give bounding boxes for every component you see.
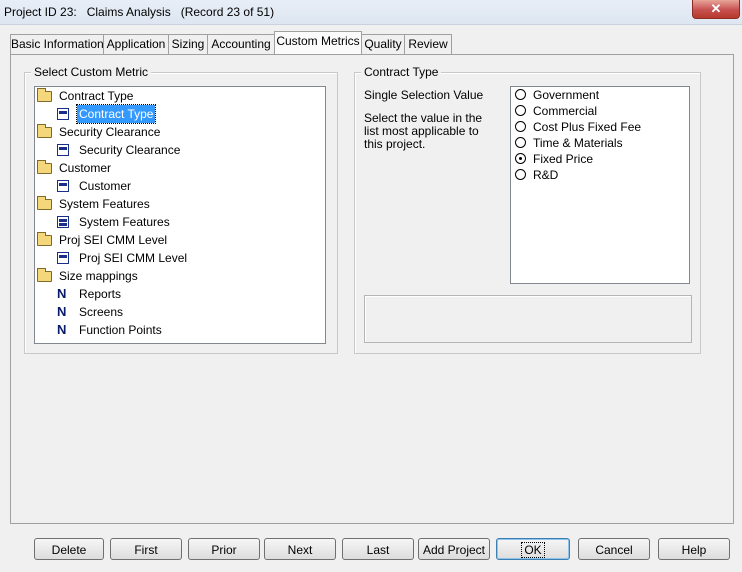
tab-custom-metrics[interactable]: Custom Metrics <box>274 31 362 54</box>
tree-item-label: Customer <box>79 179 132 193</box>
folder-icon <box>37 196 52 210</box>
title-bar: Project ID 23: Claims Analysis (Record 2… <box>0 0 742 25</box>
tab-review[interactable]: Review <box>404 34 452 54</box>
instruction-text: Select the value in the list most applic… <box>364 111 483 151</box>
tree-item-label: Security Clearance <box>79 143 181 157</box>
window-title: Project ID 23: Claims Analysis (Record 2… <box>4 5 275 19</box>
help-button[interactable]: Help <box>658 538 730 560</box>
help-button-label: Help <box>681 543 707 557</box>
option-label: R&D <box>533 168 559 182</box>
cancel-button[interactable]: Cancel <box>578 538 650 560</box>
radio-button-icon <box>515 105 526 116</box>
ok-button[interactable]: OK <box>496 538 570 560</box>
delete-button-label: Delete <box>51 543 87 557</box>
selection-mode-label: Single Selection Value <box>364 88 484 102</box>
contract-type-options: Government Commercial Cost Plus Fixed Fe… <box>510 86 690 284</box>
last-button[interactable]: Last <box>342 538 414 560</box>
tree-item-label: Contract Type <box>75 104 157 124</box>
radio-button-icon <box>515 121 526 132</box>
tree-item-label: System Features <box>59 197 150 211</box>
tab-basic-information[interactable]: Basic Information <box>10 34 104 54</box>
cancel-button-label: Cancel <box>595 543 633 557</box>
tree-item-label: Reports <box>79 287 122 301</box>
single-select-metric-icon <box>57 108 69 120</box>
folder-icon <box>37 124 52 138</box>
prior-button-label: Prior <box>211 543 237 557</box>
single-select-metric-icon <box>57 180 69 192</box>
option-label: Commercial <box>533 104 598 118</box>
next-button-label: Next <box>287 543 313 557</box>
tab-accounting[interactable]: Accounting <box>207 34 275 54</box>
custom-metric-tree[interactable]: Contract Type Contract Type Security Cle… <box>34 86 326 344</box>
select-custom-metric-label: Select Custom Metric <box>31 65 152 79</box>
option-label: Cost Plus Fixed Fee <box>533 120 642 134</box>
option-label: Time & Materials <box>533 136 623 150</box>
single-select-metric-icon <box>57 252 69 264</box>
radio-button-icon <box>515 89 526 100</box>
contract-type-group-label: Contract Type <box>361 65 442 79</box>
single-select-metric-icon <box>57 144 69 156</box>
tree-item-label: Function Points <box>79 323 162 337</box>
first-button[interactable]: First <box>110 538 182 560</box>
add-project-button-label: Add Project <box>422 543 486 557</box>
next-button[interactable]: Next <box>264 538 336 560</box>
radio-button-checked-icon <box>515 153 526 164</box>
tree-item-label: Customer <box>59 161 112 175</box>
folder-icon <box>37 232 52 246</box>
folder-icon <box>37 88 52 102</box>
tree-item-label: Proj SEI CMM Level <box>59 233 168 247</box>
close-icon: ✕ <box>710 1 722 16</box>
tab-sizing[interactable]: Sizing <box>168 34 208 54</box>
option-label: Government <box>533 88 600 102</box>
radio-button-icon <box>515 169 526 180</box>
last-button-label: Last <box>366 543 390 557</box>
prior-button[interactable]: Prior <box>188 538 260 560</box>
tab-application[interactable]: Application <box>103 34 169 54</box>
numeric-metric-icon: N <box>57 304 67 319</box>
ok-button-label: OK <box>521 542 545 558</box>
first-button-label: First <box>134 543 158 557</box>
tree-item-label: System Features <box>79 215 170 229</box>
tab-quality[interactable]: Quality <box>361 34 405 54</box>
tree-item-label: Security Clearance <box>59 125 161 139</box>
tree-item-label: Size mappings <box>59 269 138 283</box>
tree-item-label: Proj SEI CMM Level <box>79 251 188 265</box>
multi-select-metric-icon <box>57 216 69 228</box>
add-project-button[interactable]: Add Project <box>418 538 490 560</box>
option-label: Fixed Price <box>533 152 594 166</box>
folder-icon <box>37 268 52 282</box>
tree-item-label: Screens <box>79 305 124 319</box>
close-button[interactable]: ✕ <box>692 0 740 19</box>
description-box <box>364 295 692 343</box>
delete-button[interactable]: Delete <box>34 538 104 560</box>
numeric-metric-icon: N <box>57 322 67 337</box>
numeric-metric-icon: N <box>57 286 67 301</box>
tree-item-label: Contract Type <box>59 89 134 103</box>
folder-icon <box>37 160 52 174</box>
radio-button-icon <box>515 137 526 148</box>
